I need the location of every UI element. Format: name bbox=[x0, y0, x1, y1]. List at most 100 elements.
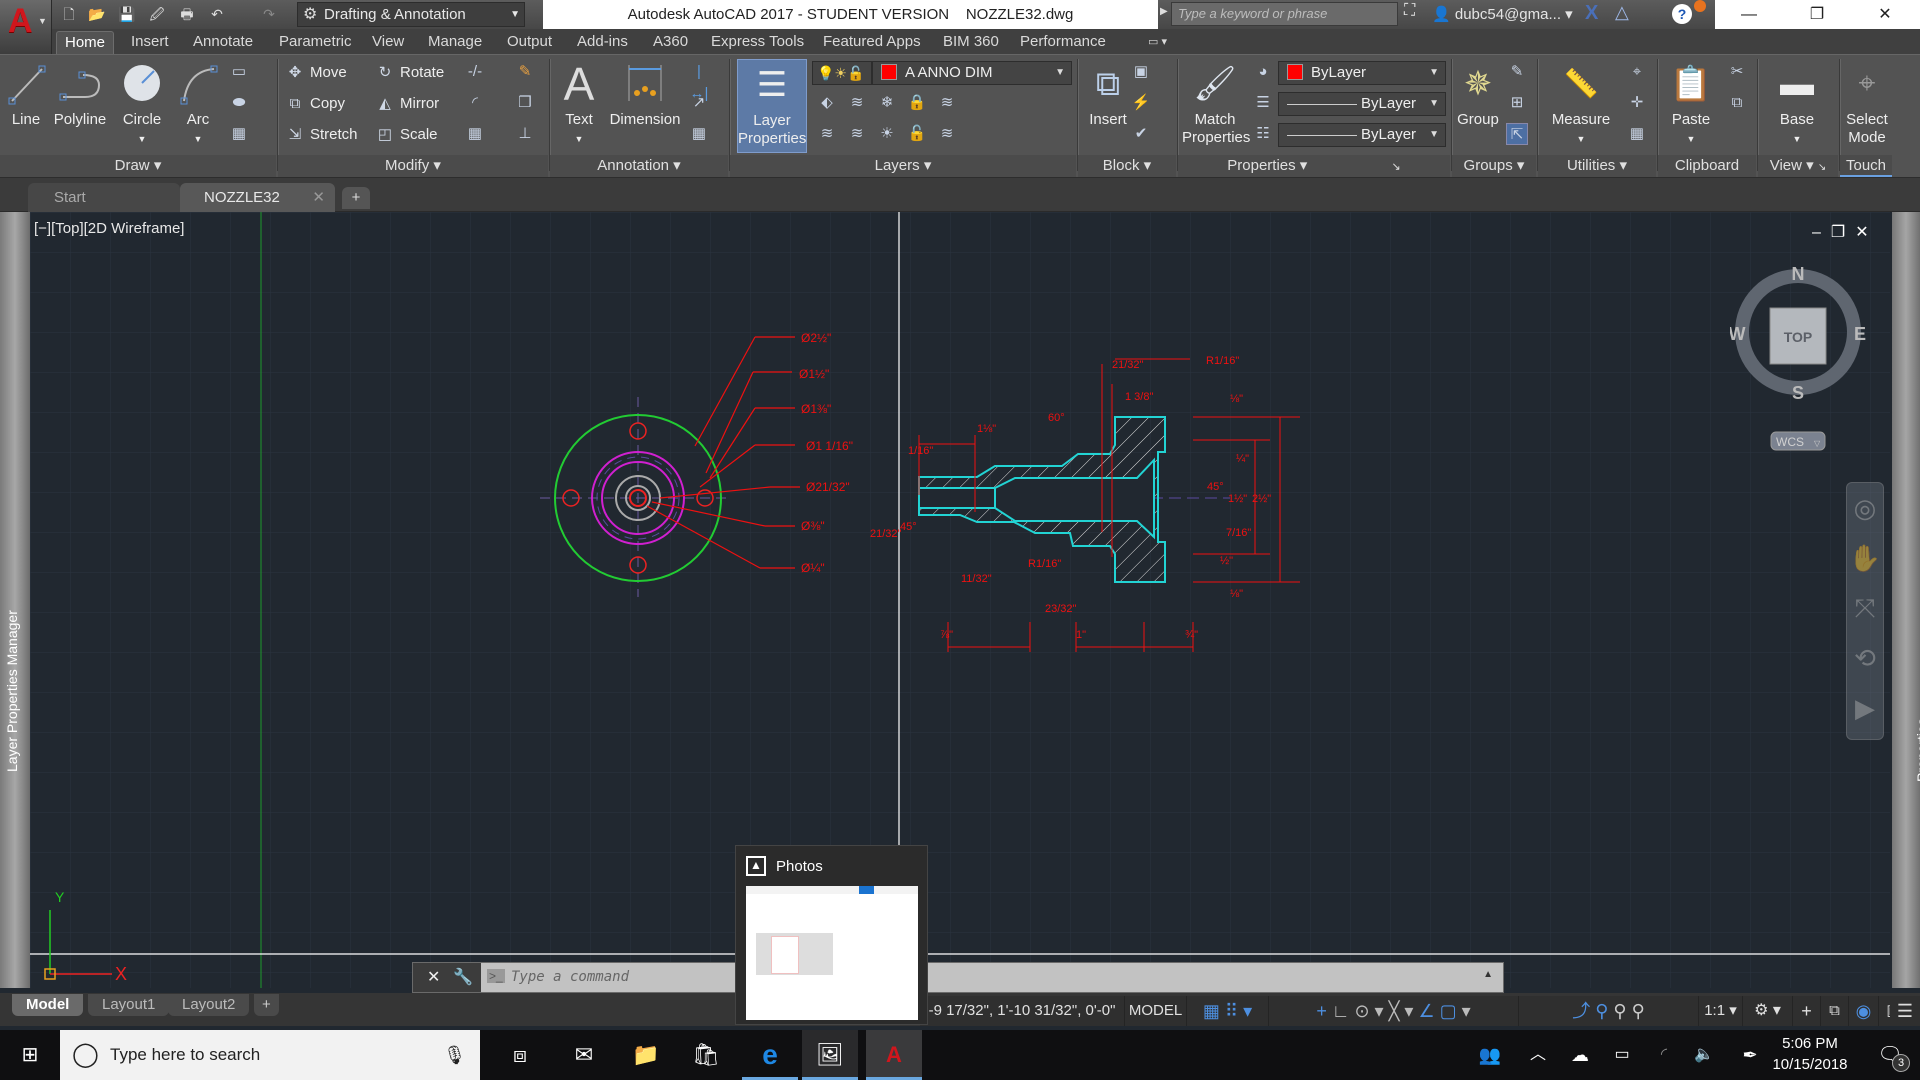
customize-wrench-icon[interactable]: 🔧 bbox=[453, 967, 473, 987]
edge-icon[interactable]: e bbox=[742, 1030, 798, 1080]
insert-button[interactable]: ⧉ Insert bbox=[1083, 61, 1133, 129]
save-icon[interactable]: 💾 bbox=[116, 4, 138, 25]
layer-on-icon[interactable]: ≋ bbox=[816, 123, 838, 145]
tab-start[interactable]: Start bbox=[28, 183, 180, 212]
clipboard-panel-label[interactable]: Clipboard bbox=[1658, 155, 1756, 177]
tab-manage[interactable]: Manage bbox=[420, 31, 490, 54]
viewport-window-controls[interactable]: –❐✕ bbox=[1812, 222, 1879, 242]
help-search-input[interactable]: Type a keyword or phrase bbox=[1171, 2, 1398, 26]
maximize-icon[interactable]: ❐ bbox=[1783, 0, 1851, 29]
select-mode-button[interactable]: ⌖ Select Mode bbox=[1842, 61, 1892, 147]
task-view-icon[interactable]: ⧈ bbox=[492, 1030, 548, 1080]
properties-palette[interactable]: Properties bbox=[1892, 212, 1920, 988]
mirror-button[interactable]: ◭ Mirror bbox=[374, 92, 439, 116]
cut-icon[interactable]: ✂ bbox=[1726, 61, 1748, 83]
autocad-taskbar-icon[interactable]: A bbox=[866, 1030, 922, 1080]
save-as-icon[interactable]: 🖉 bbox=[146, 4, 168, 25]
grid-toggle-icon[interactable]: ▦ ⠿ ▾ bbox=[1187, 996, 1269, 1026]
copy-button[interactable]: ⧉ Copy bbox=[284, 92, 345, 116]
tab-featured-apps[interactable]: Featured Apps bbox=[815, 31, 929, 54]
quick-select-icon[interactable]: ⌖ bbox=[1626, 61, 1648, 83]
open-icon[interactable]: 📂 bbox=[86, 4, 108, 25]
layer-dropdown[interactable]: A ANNO DIM ▼ bbox=[872, 61, 1072, 85]
tab-layout1[interactable]: Layout1 bbox=[88, 994, 170, 1016]
tab-insert[interactable]: Insert bbox=[123, 31, 177, 54]
photos-taskbar-icon[interactable]: 🖼 bbox=[802, 1030, 858, 1080]
exchange-apps-icon[interactable]: X bbox=[1585, 2, 1598, 25]
annotation-panel-label[interactable]: Annotation ▾ bbox=[550, 155, 728, 177]
drawing-canvas[interactable]: Ø2½" Ø1½" Ø1⅜" Ø1 1/16" Ø21/32" Ø⅜" Ø¼" … bbox=[30, 212, 1890, 988]
annotation-monitor-icon[interactable]: + bbox=[1793, 996, 1821, 1026]
command-input[interactable]: Type a command bbox=[487, 963, 629, 992]
showmotion-icon[interactable]: ▶ bbox=[1847, 683, 1883, 733]
erase-icon[interactable]: ✎ bbox=[514, 61, 536, 83]
viewcube[interactable]: TOP N S E W WCS ▽ bbox=[1729, 262, 1870, 452]
explode-icon[interactable]: ❒ bbox=[514, 92, 536, 114]
rectangle-icon[interactable]: ▭ bbox=[228, 61, 250, 83]
modify-panel-label[interactable]: Modify ▾ bbox=[278, 155, 548, 177]
tab-parametric[interactable]: Parametric bbox=[271, 31, 360, 54]
photos-thumbnail[interactable] bbox=[746, 886, 918, 1020]
layer-walk-icon[interactable]: ≋ bbox=[936, 92, 958, 114]
block-panel-label[interactable]: Block ▾ bbox=[1078, 155, 1176, 177]
workspace-dropdown[interactable]: ⚙ Drafting & Annotation ▼ bbox=[297, 2, 525, 27]
plot-icon[interactable]: 🖶 bbox=[176, 4, 198, 25]
command-history-icon[interactable]: >_ bbox=[487, 969, 505, 983]
new-icon[interactable]: 🗋 bbox=[58, 4, 80, 25]
layer-properties-button[interactable]: ☰ Layer Properties bbox=[737, 59, 807, 153]
lineweight-dropdown[interactable]: ByLayer ▼ bbox=[1278, 123, 1446, 147]
region-icon[interactable]: ▦ bbox=[228, 123, 250, 145]
layer-properties-manager-palette[interactable]: Layer Properties Manager bbox=[0, 212, 30, 988]
tab-layout2[interactable]: Layout2 bbox=[168, 994, 250, 1016]
linear-dim-icon[interactable]: |↔| bbox=[688, 61, 710, 102]
tab-annotate[interactable]: Annotate bbox=[185, 31, 261, 54]
taskbar-search-box[interactable]: ◯ Type here to search 🎙 bbox=[60, 1030, 480, 1080]
binoculars-icon[interactable]: ⛶ bbox=[1404, 2, 1415, 20]
view-panel-label[interactable]: View ▾ ↘ bbox=[1758, 155, 1838, 177]
move-button[interactable]: ✥ Move bbox=[284, 61, 347, 85]
annotation-scale-dropdown[interactable]: 1:1 ▾ bbox=[1699, 996, 1743, 1026]
snap-tools-icons[interactable]: + ∟ ⊙ ▾ ╳ ▾ ∠ ▢ ▾ bbox=[1269, 996, 1519, 1026]
isolate-objects-icon[interactable]: ◉ bbox=[1849, 996, 1879, 1026]
coordinates-readout[interactable]: -9 17/32", 1'-10 31/32", 0'-0" bbox=[920, 996, 1125, 1026]
layer-lock-icon[interactable]: 🔒 bbox=[906, 92, 928, 114]
tab-bim-360[interactable]: BIM 360 bbox=[935, 31, 1007, 54]
customization-menu-icon[interactable]: ☰ bbox=[1890, 996, 1920, 1026]
layer-isolate-icon[interactable]: ⬖ bbox=[816, 92, 838, 114]
base-button[interactable]: ▬ Base ▼ bbox=[1772, 61, 1822, 148]
minimize-icon[interactable]: — bbox=[1715, 0, 1783, 29]
units-icon[interactable]: ⧉ bbox=[1821, 996, 1849, 1026]
a360-icon[interactable]: △ bbox=[1615, 2, 1629, 23]
zoom-extents-icon[interactable]: ⤧ bbox=[1847, 583, 1883, 633]
clock[interactable]: 5:06 PM 10/15/2018 bbox=[1765, 1033, 1855, 1075]
edit-block-icon[interactable]: ⚡ bbox=[1130, 92, 1152, 114]
match-properties-button[interactable]: 🖌 Match Properties bbox=[1182, 61, 1250, 147]
mail-icon[interactable]: ✉ bbox=[556, 1030, 612, 1080]
redo-icon[interactable]: ↷ bbox=[258, 4, 280, 25]
expand-search-icon[interactable]: ▶ bbox=[1160, 6, 1168, 17]
workspace-gear-icon[interactable]: ⚙ ▾ bbox=[1743, 996, 1793, 1026]
array-icon[interactable]: ▦ bbox=[464, 123, 486, 145]
navigation-bar[interactable]: ◎ ✋ ⤧ ⟲ ▶ bbox=[1846, 482, 1884, 740]
block-attribute-icon[interactable]: ✔ bbox=[1130, 123, 1152, 145]
new-layout-button[interactable]: + bbox=[254, 994, 279, 1016]
calculator-icon[interactable]: ▦ bbox=[1626, 123, 1648, 145]
new-tab-button[interactable]: + bbox=[342, 187, 370, 209]
tab-model[interactable]: Model bbox=[12, 994, 84, 1016]
table-icon[interactable]: ▦ bbox=[688, 123, 710, 145]
viewport-controls-label[interactable]: [−][Top][2D Wireframe] bbox=[34, 220, 184, 237]
utilities-panel-label[interactable]: Utilities ▾ bbox=[1538, 155, 1656, 177]
undo-icon[interactable]: ↶ bbox=[206, 4, 228, 25]
measure-button[interactable]: 📏 Measure ▼ bbox=[1548, 61, 1614, 148]
close-icon[interactable]: ✕ bbox=[1851, 0, 1919, 29]
layer-state-icons[interactable]: 💡☀🔓 bbox=[812, 61, 872, 85]
user-account-menu[interactable]: 👤 dubc54@gma... ▾ bbox=[1432, 0, 1573, 29]
tab-output[interactable]: Output bbox=[499, 31, 560, 54]
scale-button[interactable]: ◰ Scale bbox=[374, 123, 438, 147]
layer-match-icon[interactable]: ≋ bbox=[846, 92, 868, 114]
trim-icon[interactable]: -/- bbox=[464, 61, 486, 83]
group-button[interactable]: ✵ Group bbox=[1455, 61, 1501, 129]
application-menu-button[interactable]: A ▼ bbox=[0, 0, 52, 54]
linetype-dropdown[interactable]: ByLayer ▼ bbox=[1278, 92, 1446, 116]
start-windows-icon[interactable]: ⊞ bbox=[2, 1030, 58, 1080]
